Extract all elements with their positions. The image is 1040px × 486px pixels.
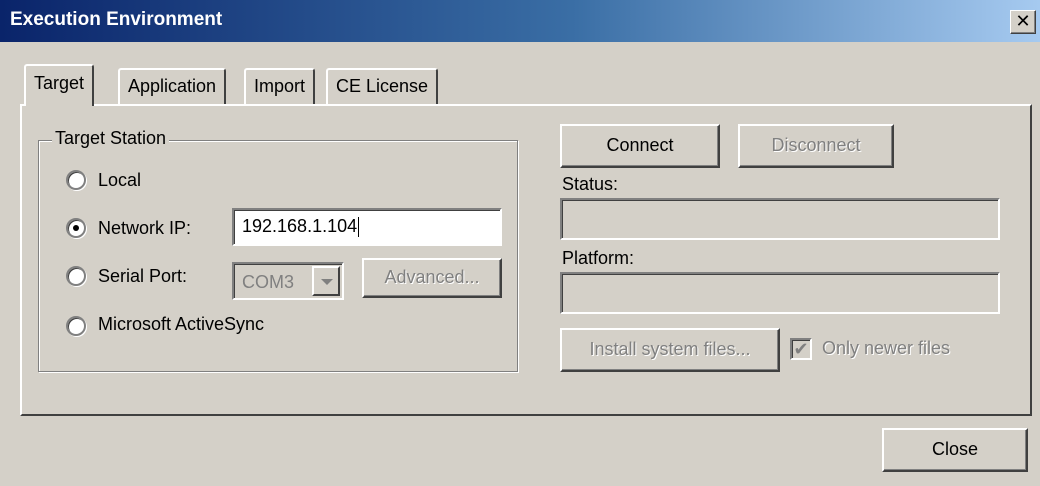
install-system-files-button[interactable]: Install system files... [560,328,780,372]
radio-selected-dot [73,225,79,231]
radio-activesync-label[interactable]: Microsoft ActiveSync [98,314,264,335]
disconnect-button[interactable]: Disconnect [738,124,894,168]
status-field [560,198,1000,240]
ip-address-input[interactable]: 192.168.1.104 [232,208,502,246]
advanced-button[interactable]: Advanced... [362,258,502,298]
ip-address-value: 192.168.1.104 [242,216,358,236]
tab-ce-license-label: CE License [336,76,429,96]
radio-network-ip[interactable] [66,218,86,238]
radio-local[interactable] [66,170,86,190]
text-caret [358,217,360,238]
radio-serial-port[interactable] [66,266,86,286]
tab-application-label: Application [128,76,217,96]
tab-import[interactable]: Import [244,68,316,104]
platform-label: Platform: [562,248,635,268]
radio-activesync[interactable] [66,316,86,336]
tab-application[interactable]: Application [118,68,227,104]
radio-serial-port-label[interactable]: Serial Port: [98,266,187,287]
serial-port-select[interactable]: COM3 [232,262,344,300]
target-station-legend: Target Station [52,128,170,149]
platform-field [560,272,1000,314]
tab-target[interactable]: Target [24,64,95,106]
serial-port-dropdown-button[interactable] [312,266,340,296]
close-icon[interactable]: ✕ [1010,10,1036,34]
window-title: Execution Environment [10,9,223,30]
radio-network-ip-label[interactable]: Network IP: [98,218,191,239]
tab-ce-license[interactable]: CE License [326,68,439,104]
tab-target-label: Target [34,73,85,93]
serial-port-value: COM3 [242,272,295,292]
chevron-down-icon [321,279,333,285]
only-newer-files-checkbox[interactable]: ✔ [790,338,812,360]
status-label: Status: [562,174,619,194]
close-button[interactable]: Close [882,428,1028,472]
tab-import-label: Import [254,76,306,96]
connect-button[interactable]: Connect [560,124,720,168]
title-bar: Execution Environment ✕ [0,0,1040,42]
only-newer-files-label[interactable]: Only newer files [822,338,950,359]
radio-local-label[interactable]: Local [98,170,141,191]
